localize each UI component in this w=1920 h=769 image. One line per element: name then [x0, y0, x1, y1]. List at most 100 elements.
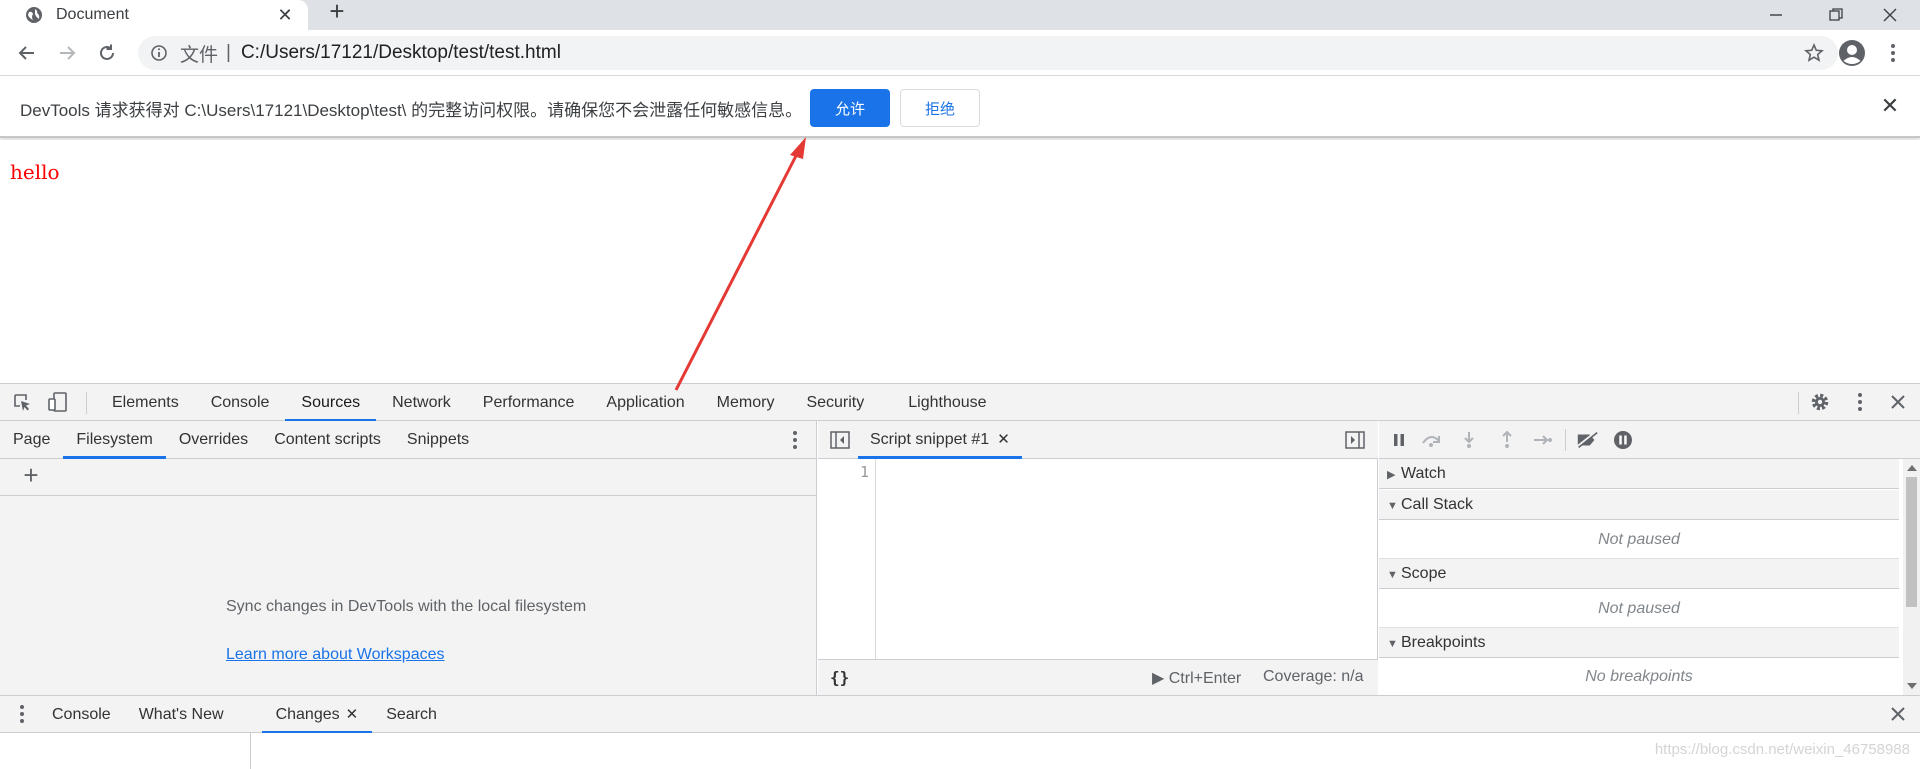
drawer-tab-console[interactable]: Console: [38, 696, 125, 733]
restore-icon[interactable]: [1806, 0, 1866, 30]
step-into-icon[interactable]: [1457, 428, 1481, 452]
tab-sources[interactable]: Sources: [285, 384, 376, 422]
inspect-element-icon[interactable]: [10, 390, 34, 414]
scope-status: Not paused: [1379, 590, 1899, 628]
line-number-gutter: 1: [818, 459, 876, 659]
snippet-editor: Script snippet #1 ✕ 1 {} ▶ Ctrl+Enter Cov…: [818, 421, 1378, 695]
reload-icon[interactable]: [94, 40, 120, 66]
debugger-sidebar: ▶ Watch ▼ Call Stack Not paused ▼ Scope Not…: [1379, 421, 1920, 695]
step-icon[interactable]: [1531, 428, 1555, 452]
infobar-close-icon[interactable]: ✕: [1880, 95, 1900, 117]
editor-tab-bar: Script snippet #1 ✕: [818, 421, 1378, 459]
call-stack-status: Not paused: [1379, 521, 1899, 559]
profile-avatar-icon[interactable]: [1838, 39, 1866, 67]
page-viewport: hello: [0, 140, 1920, 383]
coverage-status: Coverage: n/a: [1263, 668, 1364, 685]
settings-gear-icon[interactable]: [1808, 390, 1832, 414]
drawer-tab-search[interactable]: Search: [372, 696, 451, 733]
breakpoints-section-header[interactable]: ▼ Breakpoints: [1379, 628, 1899, 658]
drawer-tab-close-icon[interactable]: ✕: [346, 706, 359, 723]
watch-section-header[interactable]: ▶ Watch: [1379, 459, 1899, 489]
devtools-menu-icon[interactable]: [1848, 390, 1872, 414]
drawer-menu-icon[interactable]: [10, 702, 34, 726]
editor-tab-close-icon[interactable]: ✕: [997, 431, 1010, 448]
learn-workspaces-link[interactable]: Learn more about Workspaces: [226, 646, 444, 664]
forward-icon[interactable]: [54, 40, 80, 66]
tab-lighthouse[interactable]: Lighthouse: [892, 384, 1002, 421]
editor-tab-label: Script snippet #1: [870, 431, 990, 448]
tab-memory[interactable]: Memory: [701, 384, 791, 421]
changes-panel: https://blog.csdn.net/weixin_46758988: [0, 733, 1920, 769]
expanded-triangle-icon: ▼: [1387, 569, 1398, 581]
nav-tab-content-scripts[interactable]: Content scripts: [261, 421, 394, 458]
devtools-close-icon[interactable]: [1886, 390, 1910, 414]
debugger-toolbar: [1379, 421, 1920, 459]
editor-tab-script-snippet[interactable]: Script snippet #1 ✕: [858, 421, 1022, 459]
pause-icon[interactable]: [1387, 428, 1411, 452]
pause-on-exceptions-icon[interactable]: [1611, 428, 1635, 452]
globe-icon: [24, 5, 44, 25]
new-tab-button[interactable]: +: [324, 0, 350, 26]
run-snippet-button[interactable]: ▶ Ctrl+Enter: [1152, 668, 1241, 688]
call-stack-label: Call Stack: [1401, 496, 1474, 513]
drawer-tab-changes[interactable]: Changes ✕: [261, 696, 373, 734]
step-out-icon[interactable]: [1495, 428, 1519, 452]
window-close-icon[interactable]: [1860, 0, 1920, 30]
address-separator: |: [226, 42, 231, 63]
nav-tab-snippets[interactable]: Snippets: [394, 421, 482, 458]
step-over-icon[interactable]: [1419, 428, 1443, 452]
allow-button[interactable]: 允许: [810, 89, 890, 127]
back-icon[interactable]: [14, 40, 40, 66]
filesystem-sync-text: Sync changes in DevTools with the local …: [226, 598, 587, 615]
tab-close-icon[interactable]: ✕: [276, 6, 294, 24]
tab-application[interactable]: Application: [590, 384, 700, 421]
info-icon[interactable]: [150, 44, 168, 62]
changes-split-divider[interactable]: [250, 733, 251, 769]
page-hello-text: hello: [10, 160, 60, 184]
scope-section-header[interactable]: ▼ Scope: [1379, 559, 1899, 589]
editor-status-bar: {} ▶ Ctrl+Enter Coverage: n/a: [818, 659, 1378, 695]
devtools-main-tabs: Elements Console Sources Network Perform…: [96, 384, 1003, 422]
line-number: 1: [859, 463, 869, 481]
toggle-debugger-icon[interactable]: [1343, 428, 1367, 452]
tab-security[interactable]: Security: [790, 384, 880, 421]
scope-label: Scope: [1401, 565, 1447, 582]
scroll-down-arrow-icon[interactable]: [1907, 683, 1917, 689]
nav-tab-page[interactable]: Page: [0, 421, 63, 458]
breakpoints-label: Breakpoints: [1401, 634, 1486, 651]
address-bar[interactable]: 文件 | C:/Users/17121/Desktop/test/test.ht…: [138, 36, 1838, 70]
browser-menu-icon[interactable]: [1880, 40, 1906, 66]
add-folder-icon[interactable]: +: [20, 462, 42, 488]
toggle-navigator-icon[interactable]: [828, 428, 852, 452]
toolbar-separator: [86, 392, 87, 414]
navigator-tabs: Page Filesystem Overrides Content script…: [0, 421, 817, 459]
browser-tab-document[interactable]: Document ✕: [0, 0, 308, 30]
expanded-triangle-icon: ▼: [1387, 638, 1398, 650]
minimize-icon[interactable]: [1746, 0, 1806, 30]
breakpoints-status: No breakpoints: [1585, 668, 1693, 685]
tab-network[interactable]: Network: [376, 384, 467, 421]
drawer-close-icon[interactable]: [1886, 702, 1910, 726]
pretty-print-icon[interactable]: {}: [830, 668, 849, 687]
bookmark-star-icon[interactable]: [1804, 42, 1824, 63]
tab-elements[interactable]: Elements: [96, 384, 195, 421]
scroll-up-arrow-icon[interactable]: [1907, 465, 1917, 471]
deny-button[interactable]: 拒绝: [900, 89, 980, 127]
nav-tab-filesystem[interactable]: Filesystem: [63, 421, 167, 459]
debugger-scrollbar[interactable]: [1903, 459, 1920, 695]
sources-navigator: Page Filesystem Overrides Content script…: [0, 421, 817, 695]
navigation-bar: 文件 | C:/Users/17121/Desktop/test/test.ht…: [0, 30, 1920, 76]
expanded-triangle-icon: ▼: [1387, 500, 1398, 512]
watch-label: Watch: [1401, 465, 1446, 482]
call-stack-section-header[interactable]: ▼ Call Stack: [1379, 490, 1899, 520]
tab-performance[interactable]: Performance: [467, 384, 591, 421]
deactivate-breakpoints-icon[interactable]: [1575, 428, 1599, 452]
nav-tab-overrides[interactable]: Overrides: [166, 421, 261, 458]
scrollbar-thumb[interactable]: [1906, 477, 1917, 607]
tab-console[interactable]: Console: [195, 384, 286, 421]
url-text[interactable]: C:/Users/17121/Desktop/test/test.html: [241, 42, 561, 64]
navigator-more-icon[interactable]: [785, 428, 805, 452]
device-toolbar-icon[interactable]: [46, 390, 70, 414]
scheme-label: 文件: [180, 44, 219, 66]
drawer-tab-whats-new[interactable]: What's New: [125, 696, 238, 733]
